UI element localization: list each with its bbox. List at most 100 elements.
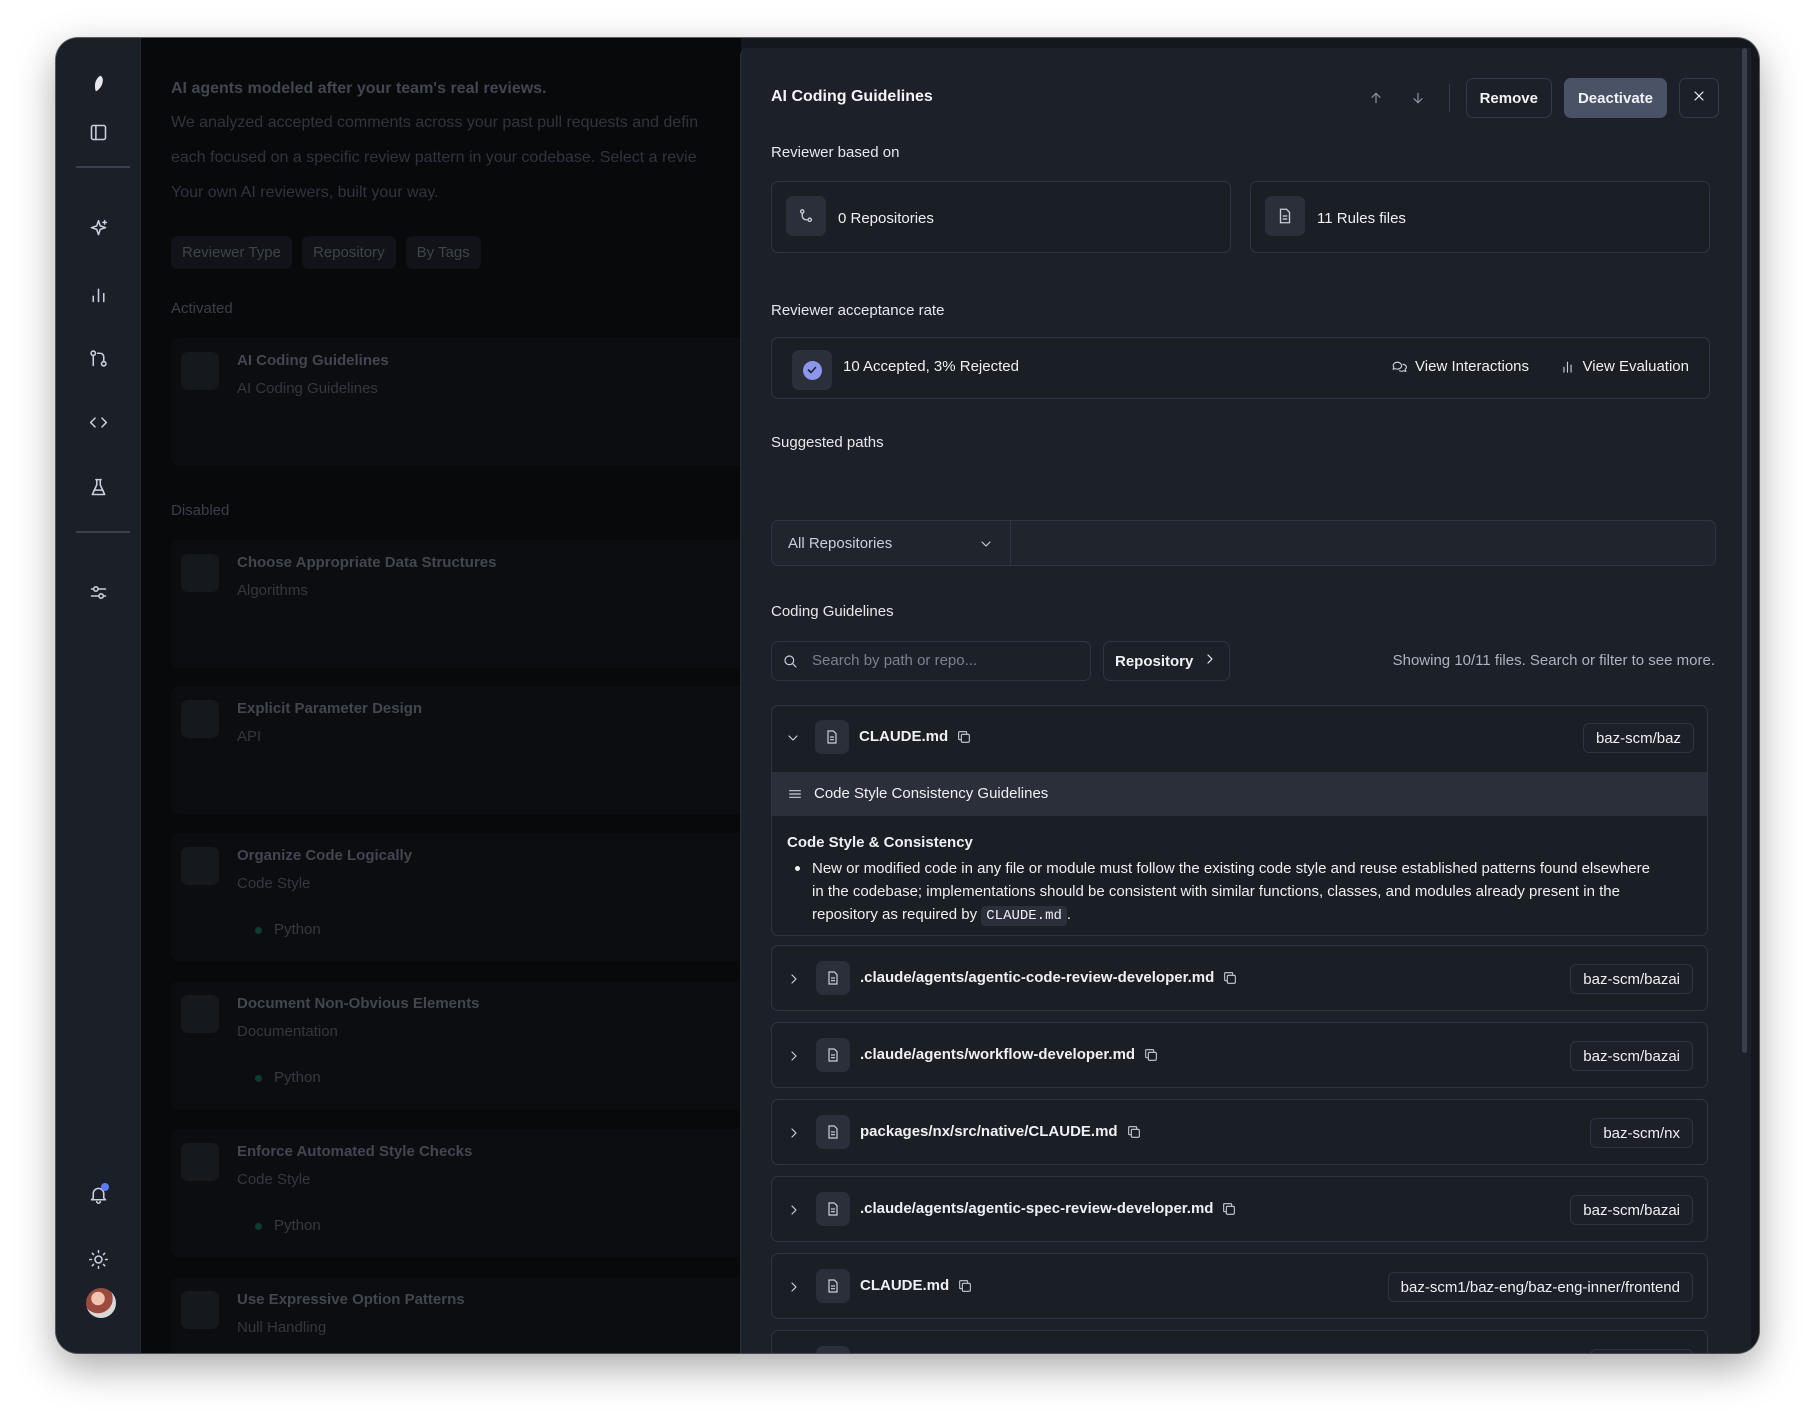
chevron-right-icon[interactable] — [786, 1279, 802, 1300]
file-icon — [816, 1038, 850, 1072]
chevron-right-icon[interactable] — [786, 1048, 802, 1069]
sliders-icon[interactable] — [78, 572, 118, 612]
page-description: each focused on a specific review patter… — [171, 149, 697, 166]
file-name-text: packages/nx/src/native/CLAUDE.md — [860, 1123, 1118, 1140]
copy-icon[interactable] — [1222, 970, 1238, 986]
close-button[interactable] — [1679, 78, 1719, 118]
scrollbar[interactable] — [1742, 48, 1747, 1053]
copy-icon[interactable] — [1126, 1124, 1142, 1140]
logo-icon[interactable] — [78, 63, 118, 103]
page-heading: AI agents modeled after your team's real… — [171, 80, 547, 97]
file-name: .claude/agents/agentic-code-review-devel… — [860, 969, 1238, 986]
acceptance-rate-card: 10 Accepted, 3% Rejected View Interactio… — [771, 337, 1710, 399]
reviewer-card[interactable]: Explicit Parameter Design API — [171, 686, 741, 814]
copy-icon[interactable] — [1143, 1047, 1159, 1063]
suggested-paths-label: Suggested paths — [771, 434, 884, 451]
bell-icon[interactable] — [78, 1174, 118, 1214]
file-icon — [816, 1346, 850, 1353]
rules-files-card[interactable]: 11 Rules files — [1250, 181, 1710, 253]
close-icon — [1691, 88, 1707, 108]
guideline-heading: Code Style & Consistency — [787, 834, 973, 851]
file-row[interactable]: .claude/agents/workflow-developer.md baz-… — [771, 1022, 1708, 1088]
notification-dot — [101, 1183, 109, 1191]
page-description: We analyzed accepted comments across you… — [171, 114, 699, 131]
reviewer-card[interactable]: Use Expressive Option Patterns Null Hand… — [171, 1277, 741, 1353]
file-row[interactable]: CLAUDE.mdbaz-scm/nx — [771, 1330, 1708, 1353]
arrow-down-icon[interactable] — [1403, 83, 1433, 113]
flask-icon[interactable] — [78, 467, 118, 507]
filter-reviewer-type[interactable]: Reviewer Type — [171, 236, 292, 269]
repo-badge: baz-scm/bazai — [1570, 964, 1693, 994]
code-icon[interactable] — [78, 402, 118, 442]
repositories-card[interactable]: 0 Repositories — [771, 181, 1231, 253]
copy-icon[interactable] — [1221, 1201, 1237, 1217]
file-icon — [816, 1192, 850, 1226]
file-row[interactable]: CLAUDE.md baz-scm1/baz-eng/baz-eng-inner/… — [771, 1253, 1708, 1319]
card-title: Organize Code Logically — [237, 847, 413, 864]
sidebar-toggle-icon[interactable] — [78, 112, 118, 152]
copy-icon[interactable] — [956, 729, 972, 745]
avatar[interactable] — [86, 1288, 116, 1318]
file-name-text: .claude/agents/agentic-code-review-devel… — [860, 969, 1215, 986]
card-subtitle: Code Style — [237, 1171, 311, 1188]
search-icon — [782, 653, 798, 674]
bar-chart-icon[interactable] — [78, 274, 118, 314]
hierarchy-icon — [181, 700, 219, 738]
pull-request-icon[interactable] — [78, 338, 118, 378]
reviewer-card[interactable]: Organize Code Logically Code Style Pytho… — [171, 833, 741, 961]
file-row-header[interactable]: CLAUDE.md baz-scm/baz — [772, 706, 1707, 771]
view-evaluation-link[interactable]: View Evaluation — [1559, 358, 1689, 375]
card-title: Choose Appropriate Data Structures — [237, 554, 497, 571]
language-tag: Python — [274, 921, 321, 938]
chevron-right-icon[interactable] — [786, 1125, 802, 1146]
card-subtitle: AI Coding Guidelines — [237, 380, 378, 397]
view-interactions-link[interactable]: View Interactions — [1391, 358, 1529, 375]
search-input[interactable] — [812, 652, 1072, 669]
copy-icon[interactable] — [957, 1278, 973, 1294]
rail-divider — [76, 166, 130, 168]
file-row[interactable]: packages/nx/src/native/CLAUDE.md baz-scm/… — [771, 1099, 1708, 1165]
suggested-path-input[interactable] — [1011, 520, 1716, 566]
workflow-icon — [181, 554, 219, 592]
remove-button[interactable]: Remove — [1465, 78, 1552, 118]
text-align-icon — [181, 847, 219, 885]
card-subtitle: API — [237, 728, 262, 745]
reviewer-card[interactable]: Choose Appropriate Data Structures Algor… — [171, 540, 741, 668]
filter-by-tags[interactable]: By Tags — [405, 236, 481, 269]
reviewer-card[interactable]: Enforce Automated Style Checks Code Styl… — [171, 1129, 741, 1257]
sparkles-icon[interactable] — [78, 208, 118, 248]
file-row[interactable]: .claude/agents/agentic-code-review-devel… — [771, 945, 1708, 1011]
chevron-right-icon[interactable] — [786, 1202, 802, 1223]
reviewer-card[interactable]: AI Coding Guidelines AI Coding Guideline… — [171, 338, 741, 466]
file-row[interactable]: .claude/agents/agentic-spec-review-devel… — [771, 1176, 1708, 1242]
repo-badge: baz-scm/bazai — [1570, 1195, 1693, 1225]
repository-select[interactable]: All Repositories — [771, 520, 1011, 566]
chevron-right-icon[interactable] — [786, 971, 802, 992]
text-align-icon — [181, 1143, 219, 1181]
file-name: packages/nx/src/native/CLAUDE.md — [860, 1123, 1142, 1140]
git-branch-icon — [786, 196, 826, 236]
section-header[interactable]: Code Style Consistency Guidelines — [772, 772, 1707, 816]
repo-badge: baz-scm/bazai — [1570, 1041, 1693, 1071]
file-row-expanded: CLAUDE.md baz-scm/baz Code Style Consist… — [771, 705, 1708, 936]
repository-select-value: All Repositories — [788, 535, 893, 552]
file-name: .claude/agents/agentic-spec-review-devel… — [860, 1200, 1237, 1217]
file-search[interactable] — [771, 641, 1091, 681]
option-icon — [181, 1291, 219, 1329]
section-title: Code Style Consistency Guidelines — [814, 785, 1049, 802]
sun-icon[interactable] — [78, 1239, 118, 1279]
deactivate-button[interactable]: Deactivate — [1563, 78, 1667, 118]
arrow-up-icon[interactable] — [1361, 83, 1391, 113]
repository-filter-button[interactable]: Repository — [1103, 641, 1230, 681]
reviewer-detail-panel: AI Coding Guidelines Remove Deactivate R… — [740, 48, 1751, 1353]
card-title: Explicit Parameter Design — [237, 700, 423, 717]
reviewer-card[interactable]: Document Non-Obvious Elements Documentat… — [171, 981, 741, 1109]
filter-repository[interactable]: Repository — [301, 236, 396, 269]
chevron-down-icon[interactable] — [785, 730, 801, 751]
rail-divider — [76, 531, 130, 533]
filter-bar: Reviewer Type Repository By Tags — [171, 236, 481, 269]
bar-chart-icon — [1562, 361, 1572, 373]
reviewer-based-on-label: Reviewer based on — [771, 144, 900, 161]
card-subtitle: Algorithms — [237, 582, 308, 599]
repo-badge: baz-scm1/baz-eng/baz-eng-inner/frontend — [1387, 1272, 1693, 1302]
